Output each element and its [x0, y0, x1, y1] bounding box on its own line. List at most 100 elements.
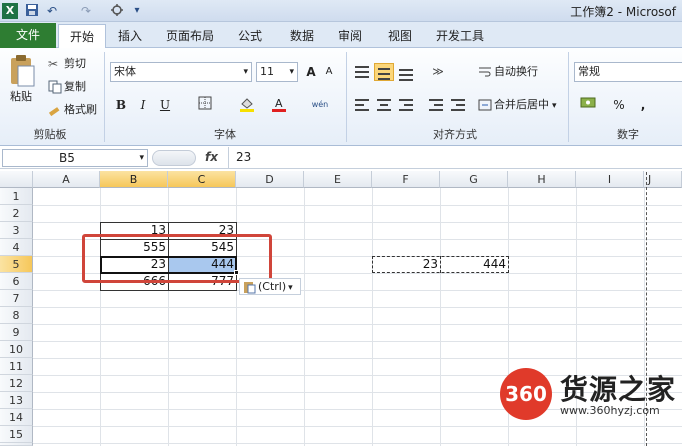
- column-header-d[interactable]: D: [236, 171, 304, 188]
- undo-icon[interactable]: ↶: [44, 3, 60, 19]
- annotation-highlight-box: [82, 234, 272, 283]
- formula-bar-splitter[interactable]: [152, 150, 196, 166]
- name-box[interactable]: B5 ▾: [2, 149, 148, 167]
- clipboard-group-label: 剪贴板: [33, 128, 67, 141]
- save-icon[interactable]: [24, 3, 40, 19]
- format-painter-label: 格式刷: [64, 103, 97, 116]
- column-header-b[interactable]: B: [100, 171, 168, 188]
- cut-button[interactable]: ✂ 剪切: [48, 55, 86, 73]
- row-header-8[interactable]: 8: [0, 307, 33, 324]
- font-group-label: 字体: [214, 128, 236, 141]
- tab-home[interactable]: 开始: [58, 24, 106, 50]
- row-header-13[interactable]: 13: [0, 392, 33, 409]
- wrap-text-icon: [478, 65, 492, 79]
- align-left-icon[interactable]: [352, 96, 372, 114]
- row-header-9[interactable]: 9: [0, 324, 33, 341]
- merge-center-button[interactable]: 合并后居中 ▾: [478, 96, 557, 114]
- wrap-text-button[interactable]: 自动换行: [478, 63, 538, 81]
- gridline: [33, 205, 682, 206]
- watermark-url: www.360hyzj.com: [560, 404, 660, 417]
- increase-indent-icon[interactable]: [448, 96, 468, 114]
- gridline: [33, 307, 682, 308]
- align-middle-icon[interactable]: [374, 63, 394, 81]
- tab-review[interactable]: 审阅: [328, 24, 372, 48]
- row-header-7[interactable]: 7: [0, 290, 33, 307]
- brush-icon: [48, 103, 62, 117]
- row-header-10[interactable]: 10: [0, 341, 33, 358]
- fill-color-icon[interactable]: [238, 96, 256, 114]
- align-right-icon[interactable]: [396, 96, 416, 114]
- column-header-a[interactable]: A: [33, 171, 100, 188]
- tab-developer[interactable]: 开发工具: [428, 24, 492, 48]
- text-orientation-icon[interactable]: ≫: [428, 63, 448, 81]
- gridline: [33, 443, 682, 444]
- format-painter-button[interactable]: 格式刷: [48, 101, 97, 119]
- cell-f5[interactable]: 23: [372, 256, 440, 273]
- grow-font-button[interactable]: A: [302, 63, 320, 81]
- excel-app-icon[interactable]: X: [2, 3, 18, 19]
- chevron-down-icon: ▾: [552, 101, 557, 111]
- column-header-i[interactable]: I: [576, 171, 644, 188]
- font-color-icon[interactable]: A: [270, 96, 288, 114]
- paste-icon[interactable]: [8, 54, 38, 88]
- svg-text:A: A: [275, 97, 283, 110]
- paste-button[interactable]: 粘贴: [10, 88, 32, 106]
- font-name-combo[interactable]: 宋体 ▾: [110, 62, 252, 82]
- column-header-g[interactable]: G: [440, 171, 508, 188]
- row-header-5[interactable]: 5: [0, 256, 33, 273]
- align-top-icon[interactable]: [352, 63, 372, 81]
- tab-view[interactable]: 视图: [378, 24, 422, 48]
- row-header-14[interactable]: 14: [0, 409, 33, 426]
- group-separator: [104, 52, 105, 142]
- number-group-label: 数字: [617, 128, 639, 141]
- row-header-1[interactable]: 1: [0, 188, 33, 205]
- row-header-2[interactable]: 2: [0, 205, 33, 222]
- column-header-c[interactable]: C: [168, 171, 236, 188]
- currency-format-icon[interactable]: [578, 96, 600, 114]
- column-header-f[interactable]: F: [372, 171, 440, 188]
- special-tool-icon[interactable]: [108, 3, 126, 19]
- border-button[interactable]: [196, 96, 214, 114]
- comma-style-button[interactable]: ,: [634, 96, 652, 114]
- formula-input[interactable]: 23: [236, 150, 251, 164]
- column-header-e[interactable]: E: [304, 171, 372, 188]
- column-header-j[interactable]: J: [644, 171, 682, 188]
- row-header-15[interactable]: 15: [0, 426, 33, 443]
- decrease-indent-icon[interactable]: [426, 96, 446, 114]
- gridline: [372, 188, 373, 446]
- row-header-4[interactable]: 4: [0, 239, 33, 256]
- gridline: [440, 188, 441, 446]
- gridline: [304, 188, 305, 446]
- group-separator: [346, 52, 347, 142]
- cell-g5[interactable]: 444: [440, 256, 508, 273]
- copy-button[interactable]: 复制: [48, 78, 86, 96]
- tab-data[interactable]: 数据: [280, 24, 324, 48]
- tab-formulas[interactable]: 公式: [228, 24, 272, 48]
- row-header-11[interactable]: 11: [0, 358, 33, 375]
- tab-file[interactable]: 文件: [0, 23, 56, 48]
- bold-button[interactable]: B: [112, 96, 130, 114]
- wrap-text-label: 自动换行: [494, 65, 538, 78]
- customize-toolbar-icon[interactable]: ▾: [132, 3, 142, 19]
- underline-button[interactable]: U: [156, 96, 174, 114]
- select-all-corner[interactable]: [0, 171, 33, 188]
- redo-icon[interactable]: ↷: [78, 3, 94, 19]
- column-header-h[interactable]: H: [508, 171, 576, 188]
- insert-function-button[interactable]: fx: [205, 150, 218, 164]
- number-format-combo[interactable]: 常规: [574, 62, 682, 82]
- phonetic-guide-icon[interactable]: wén: [310, 96, 330, 114]
- align-center-icon[interactable]: [374, 96, 394, 114]
- tab-page-layout[interactable]: 页面布局: [158, 24, 222, 48]
- italic-button[interactable]: I: [134, 96, 152, 114]
- cut-label: 剪切: [64, 57, 86, 70]
- tab-insert[interactable]: 插入: [110, 24, 150, 48]
- paste-options-button[interactable]: (Ctrl) ▾: [239, 278, 301, 295]
- row-header-12[interactable]: 12: [0, 375, 33, 392]
- percent-button[interactable]: %: [610, 96, 628, 114]
- font-size-combo[interactable]: 11 ▾: [256, 62, 298, 82]
- row-header-6[interactable]: 6: [0, 273, 33, 290]
- align-bottom-icon[interactable]: [396, 63, 416, 81]
- row-header-3[interactable]: 3: [0, 222, 33, 239]
- shrink-font-button[interactable]: A: [320, 63, 338, 81]
- copy-icon: [48, 80, 62, 94]
